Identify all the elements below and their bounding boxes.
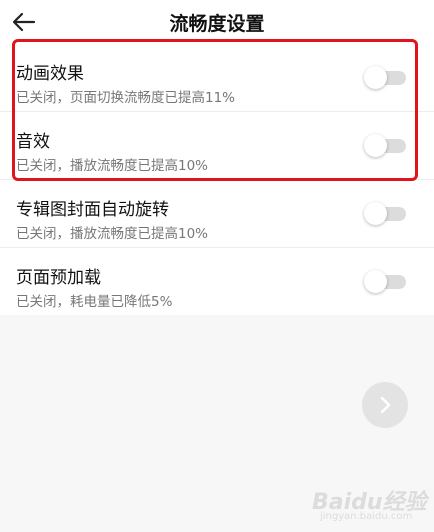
chevron-right-icon — [380, 396, 391, 414]
watermark: Baidu经验 jingyan.baidu.com — [312, 484, 430, 528]
sound-effect-toggle[interactable] — [364, 134, 406, 157]
album-cover-rotation-toggle[interactable] — [364, 202, 406, 225]
setting-album-cover-rotation[interactable]: 专辑图封面自动旋转 已关闭，播放流畅度已提高10% — [0, 180, 434, 248]
page-title: 流畅度设置 — [169, 13, 265, 35]
watermark-url: jingyan.baidu.com — [320, 511, 413, 522]
setting-title: 专辑图封面自动旋转 — [16, 200, 169, 220]
setting-subtitle: 已关闭，播放流畅度已提高10% — [16, 158, 209, 174]
setting-page-preload[interactable]: 页面预加载 已关闭，耗电量已降低5% — [0, 248, 434, 315]
toggle-knob — [364, 270, 387, 293]
top-bar: 流畅度设置 — [0, 0, 434, 44]
setting-animation-effect[interactable]: 动画效果 已关闭，页面切换流畅度已提高11% — [0, 44, 434, 112]
page-preload-toggle[interactable] — [364, 270, 406, 293]
toggle-knob — [364, 202, 387, 225]
toggle-knob — [364, 66, 387, 89]
setting-sound-effect[interactable]: 音效 已关闭，播放流畅度已提高10% — [0, 112, 434, 180]
setting-title: 动画效果 — [16, 64, 84, 84]
setting-subtitle: 已关闭，播放流畅度已提高10% — [16, 226, 209, 242]
setting-title: 音效 — [16, 132, 50, 152]
setting-title: 页面预加载 — [16, 268, 101, 288]
animation-effect-toggle[interactable] — [364, 66, 406, 89]
next-button[interactable] — [362, 382, 408, 428]
settings-list: 动画效果 已关闭，页面切换流畅度已提高11% 音效 已关闭，播放流畅度已提高10… — [0, 44, 434, 315]
setting-subtitle: 已关闭，页面切换流畅度已提高11% — [16, 90, 236, 106]
toggle-knob — [364, 134, 387, 157]
setting-subtitle: 已关闭，耗电量已降低5% — [16, 294, 173, 310]
